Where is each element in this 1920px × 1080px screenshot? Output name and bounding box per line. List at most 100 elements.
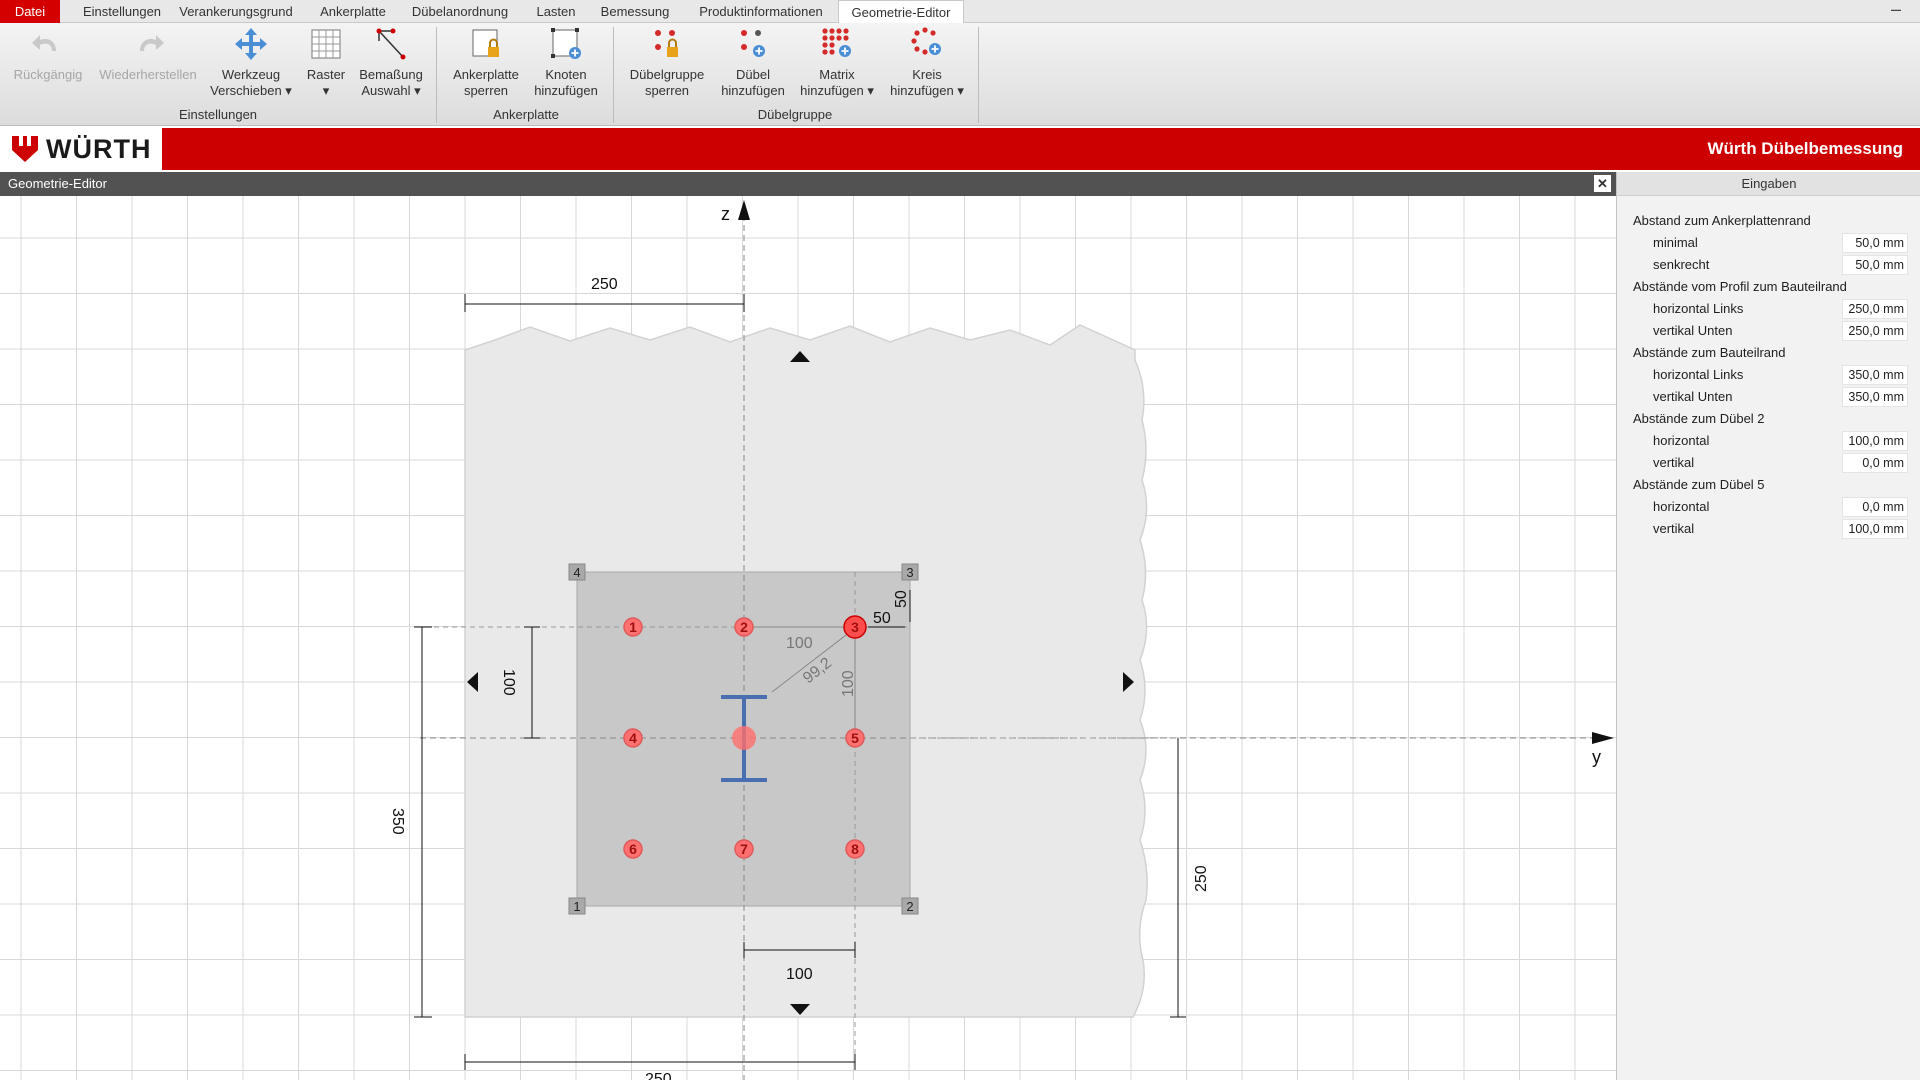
logo-text: WÜRTH bbox=[46, 134, 152, 164]
input-value-field[interactable]: 0,0 mm bbox=[1842, 497, 1908, 517]
move-tool-label-1: Werkzeug bbox=[221, 67, 281, 82]
wurth-logo-mark-icon bbox=[12, 136, 38, 162]
add-anchor-button[interactable]: Dübel hinzufügen bbox=[714, 27, 792, 99]
add-anchor-label-1: Dübel bbox=[736, 67, 770, 82]
dimension-icon bbox=[376, 28, 406, 60]
y-axis-label: y bbox=[1592, 747, 1601, 767]
move-tool-button[interactable]: Werkzeug Verschieben ▾ bbox=[208, 27, 294, 99]
geometry-drawing[interactable]: z y 1 2 34 56 7 8 1 234 250 100 50 50 35… bbox=[0, 196, 1616, 1080]
dim-bottom-100: 100 bbox=[786, 966, 813, 983]
app-title: Würth Dübelbemessung bbox=[1707, 139, 1903, 158]
anchor-number: 4 bbox=[629, 730, 637, 746]
geometry-canvas[interactable]: z y 1 2 3 4 5 6 7 8 1 2 3 4 250 100 50 5… bbox=[0, 196, 1616, 1080]
input-label: horizontal bbox=[1653, 433, 1710, 448]
add-node-button[interactable]: Knoten hinzufügen bbox=[526, 27, 606, 99]
input-value-field[interactable]: 100,0 mm bbox=[1842, 431, 1908, 451]
input-value-field[interactable]: 50,0 mm bbox=[1842, 233, 1908, 253]
editor-title: Geometrie-Editor bbox=[8, 176, 107, 191]
tab-geometrie-editor[interactable]: Geometrie-Editor bbox=[838, 0, 964, 24]
tab-ankerplatte[interactable]: Ankerplatte bbox=[308, 0, 398, 23]
input-row: vertikal 100,0 mm bbox=[1617, 518, 1920, 540]
editor-header: Geometrie-Editor ✕ bbox=[0, 172, 1616, 196]
add-circle-button[interactable]: Kreis hinzufügen ▾ bbox=[882, 27, 972, 99]
input-value-field[interactable]: 250,0 mm bbox=[1842, 299, 1908, 319]
input-row: vertikal Unten 350,0 mm bbox=[1617, 386, 1920, 408]
dim-vertical-100: 100 bbox=[840, 670, 857, 697]
dim-spacing-100: 100 bbox=[786, 635, 813, 652]
add-node-label-1: Knoten bbox=[545, 67, 587, 82]
dimension-label-1: Bemaßung bbox=[359, 67, 423, 82]
anchor-number: 7 bbox=[740, 841, 748, 857]
minimize-ribbon-icon[interactable]: – bbox=[1886, 0, 1906, 22]
dimension-select-button[interactable]: Bemaßung Auswahl ▾ bbox=[352, 27, 430, 99]
redo-label: Wiederherstellen bbox=[99, 67, 197, 82]
group-label-einstellungen: Einstellungen bbox=[178, 107, 258, 122]
dim-left-350: 350 bbox=[389, 808, 406, 835]
group-label-duebelgruppe: Dübelgruppe bbox=[757, 107, 833, 122]
tab-bemessung[interactable]: Bemessung bbox=[592, 0, 678, 23]
input-value-field[interactable]: 350,0 mm bbox=[1842, 387, 1908, 407]
input-row: horizontal Links 350,0 mm bbox=[1617, 364, 1920, 386]
redo-icon bbox=[140, 35, 164, 51]
undo-button[interactable]: Rückgängig bbox=[10, 27, 86, 83]
input-value-field[interactable]: 50,0 mm bbox=[1842, 255, 1908, 275]
tab-verankerungsgrund[interactable]: Verankerungsgrund bbox=[172, 0, 300, 23]
menu-tab-bar: Datei Einstellungen Verankerungsgrund An… bbox=[0, 0, 1920, 24]
add-matrix-button[interactable]: Matrix hinzufügen ▾ bbox=[792, 27, 882, 99]
brand-bar: WÜRTH Würth Dübelbemessung bbox=[0, 128, 1920, 170]
tab-duebelanordnung[interactable]: Dübelanordnung bbox=[404, 0, 516, 23]
section-title-text: Abstände zum Dübel 2 bbox=[1633, 411, 1765, 426]
undo-label: Rückgängig bbox=[13, 67, 83, 82]
add-circle-label-2: hinzufügen ▾ bbox=[890, 83, 964, 98]
section-title-text: Abstände vom Profil zum Bauteilrand bbox=[1633, 279, 1847, 294]
anchor-add-icon bbox=[741, 30, 765, 57]
input-value-field[interactable]: 250,0 mm bbox=[1842, 321, 1908, 341]
add-anchor-label-2: hinzufügen bbox=[721, 83, 785, 98]
close-editor-button[interactable]: ✕ bbox=[1594, 175, 1611, 192]
input-value-field[interactable]: 100,0 mm bbox=[1842, 519, 1908, 539]
input-row: horizontal 100,0 mm bbox=[1617, 430, 1920, 452]
lock-group-label-2: sperren bbox=[644, 83, 690, 98]
load-point[interactable] bbox=[732, 726, 756, 750]
lock-plate-button[interactable]: Ankerplatte sperren bbox=[444, 27, 528, 99]
dimension-label-2: Auswahl ▾ bbox=[361, 83, 421, 98]
input-label: vertikal bbox=[1653, 455, 1695, 470]
plate-corner-number: 1 bbox=[573, 899, 580, 914]
input-label: minimal bbox=[1653, 235, 1698, 250]
group-label-ankerplatte: Ankerplatte bbox=[493, 107, 559, 122]
input-value-field[interactable]: 0,0 mm bbox=[1842, 453, 1908, 473]
tab-einstellungen[interactable]: Einstellungen bbox=[66, 0, 178, 23]
plate-corner-number: 3 bbox=[906, 565, 913, 580]
section-title-text: Abstände zum Dübel 5 bbox=[1633, 477, 1765, 492]
tab-datei[interactable]: Datei bbox=[0, 0, 60, 23]
anchor-number: 6 bbox=[629, 841, 637, 857]
input-label: horizontal Links bbox=[1653, 367, 1744, 382]
section-title-text: Abstand zum Ankerplattenrand bbox=[1633, 213, 1811, 228]
add-matrix-label-1: Matrix bbox=[819, 67, 855, 82]
input-label: horizontal Links bbox=[1653, 301, 1744, 316]
move-tool-label-2: Verschieben ▾ bbox=[210, 83, 292, 98]
anchor-number: 5 bbox=[851, 730, 859, 746]
grid-icon bbox=[311, 29, 341, 59]
input-value-field[interactable]: 350,0 mm bbox=[1842, 365, 1908, 385]
lock-group-label-1: Dübelgruppe bbox=[629, 67, 705, 82]
panel-header: Eingaben bbox=[1617, 172, 1920, 196]
dim-bottom-edge: 250 bbox=[645, 1071, 672, 1080]
lock-plate-label-1: Ankerplatte bbox=[453, 67, 519, 82]
tab-lasten[interactable]: Lasten bbox=[528, 0, 584, 23]
redo-button[interactable]: Wiederherstellen bbox=[94, 27, 202, 83]
anchor-number: 1 bbox=[629, 619, 637, 635]
input-label: vertikal Unten bbox=[1653, 389, 1733, 404]
dim-right-250: 250 bbox=[1193, 865, 1210, 892]
node-add-icon bbox=[551, 28, 581, 59]
group-separator bbox=[436, 27, 437, 123]
section-title-text: Abstände zum Bauteilrand bbox=[1633, 345, 1786, 360]
input-row: vertikal 0,0 mm bbox=[1617, 452, 1920, 474]
input-label: senkrecht bbox=[1653, 257, 1710, 272]
undo-icon bbox=[32, 35, 56, 51]
tab-produktinformationen[interactable]: Produktinformationen bbox=[686, 0, 836, 23]
grid-button[interactable]: Raster ▾ bbox=[300, 27, 352, 99]
lock-group-button[interactable]: Dübelgruppe sperren bbox=[620, 27, 714, 99]
ribbon: Rückgängig Wiederherstellen Werkzeug Ver… bbox=[0, 23, 1920, 126]
add-matrix-label-2: hinzufügen ▾ bbox=[800, 83, 874, 98]
